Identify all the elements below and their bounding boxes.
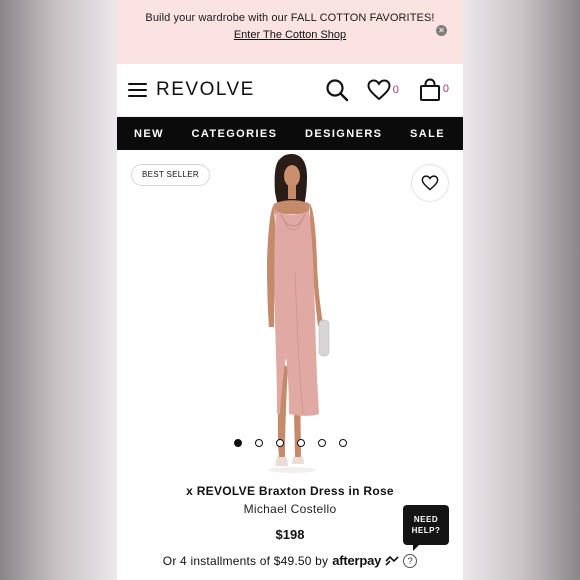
wishlist-button[interactable]: 0 bbox=[367, 79, 399, 101]
nav-designers[interactable]: DESIGNERS bbox=[305, 128, 382, 140]
favorite-button[interactable] bbox=[411, 164, 449, 202]
main-nav: NEW CATEGORIES DESIGNERS SALE bbox=[117, 117, 463, 150]
need-help-button[interactable]: NEED HELP? bbox=[403, 505, 449, 551]
product-title: x REVOLVE Braxton Dress in Rose bbox=[186, 484, 394, 498]
phone-screen: Build your wardrobe with our FALL COTTON… bbox=[117, 0, 463, 580]
carousel-dot[interactable] bbox=[317, 439, 326, 447]
heart-icon bbox=[421, 175, 439, 191]
carousel-dots bbox=[117, 439, 463, 447]
product-image bbox=[267, 154, 330, 473]
heart-icon bbox=[367, 79, 391, 101]
carousel-dot[interactable] bbox=[233, 439, 242, 447]
nav-new[interactable]: NEW bbox=[134, 128, 164, 140]
info-icon[interactable]: ? bbox=[403, 553, 418, 568]
carousel-dot[interactable] bbox=[254, 439, 263, 447]
afterpay-row: Or 4 installments of $49.50 by afterpay … bbox=[117, 553, 463, 568]
bag-count: 0 bbox=[442, 83, 449, 95]
best-seller-badge: BEST SELLER bbox=[131, 164, 210, 186]
carousel-dot[interactable] bbox=[296, 439, 305, 447]
afterpay-arrows-icon bbox=[385, 555, 399, 566]
header-actions: 0 0 bbox=[325, 78, 449, 102]
nav-categories[interactable]: CATEGORIES bbox=[191, 128, 277, 140]
bag-icon bbox=[419, 78, 440, 101]
promo-banner: Build your wardrobe with our FALL COTTON… bbox=[117, 0, 463, 64]
site-logo[interactable]: REVOLVE bbox=[156, 79, 255, 101]
search-icon[interactable] bbox=[325, 78, 349, 102]
help-line-1: NEED bbox=[413, 515, 439, 524]
help-line-2: HELP? bbox=[411, 526, 441, 535]
promo-link[interactable]: Enter The Cotton Shop bbox=[234, 29, 346, 41]
site-header: REVOLVE 0 0 bbox=[117, 64, 463, 117]
close-icon[interactable]: ✕ bbox=[436, 25, 447, 36]
afterpay-logo: afterpay bbox=[332, 553, 382, 568]
wishlist-count: 0 bbox=[392, 84, 399, 96]
installments-text: Or 4 installments of $49.50 by bbox=[162, 553, 329, 568]
carousel-dot[interactable] bbox=[275, 439, 284, 447]
product-gallery[interactable]: BEST SELLER bbox=[117, 150, 463, 480]
carousel-dot[interactable] bbox=[338, 439, 347, 447]
bag-button[interactable]: 0 bbox=[419, 78, 449, 102]
menu-icon[interactable] bbox=[128, 83, 147, 97]
nav-sale[interactable]: SALE bbox=[410, 128, 445, 140]
promo-message: Build your wardrobe with our FALL COTTON… bbox=[145, 12, 435, 24]
